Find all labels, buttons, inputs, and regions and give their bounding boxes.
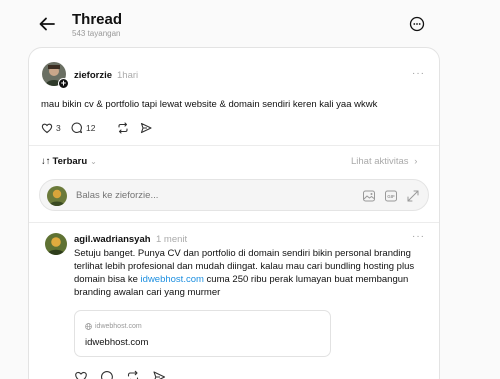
view-activity-link[interactable]: Lihat aktivitas › — [351, 156, 417, 167]
gif-icon[interactable]: GIF — [384, 189, 398, 203]
post-username[interactable]: zieforzie — [74, 70, 112, 81]
back-arrow-icon[interactable] — [36, 13, 58, 35]
comment-link[interactable]: idwebhost.com — [141, 274, 204, 285]
comment-icon[interactable] — [100, 370, 114, 379]
reply-box[interactable]: GIF — [39, 179, 429, 211]
reply-button[interactable]: 12 — [71, 122, 95, 134]
reply-input[interactable] — [76, 190, 326, 201]
share-icon — [140, 122, 152, 134]
comment-icon — [71, 122, 83, 134]
link-preview-domain-text: idwebhost.com — [95, 323, 142, 330]
sort-dropdown[interactable]: ↓↑ Terbaru ⌄ — [41, 156, 97, 167]
heart-icon[interactable] — [74, 370, 88, 379]
more-options-icon[interactable] — [409, 16, 425, 32]
sort-label: Terbaru — [52, 156, 88, 167]
image-icon[interactable] — [362, 189, 376, 203]
comment-username[interactable]: agil.wadriansyah — [74, 234, 151, 245]
like-button[interactable]: 3 — [41, 122, 61, 134]
repost-icon[interactable] — [126, 370, 140, 379]
like-count: 3 — [56, 123, 61, 133]
post-text: mau bikin cv & portfolio tapi lewat webs… — [41, 99, 378, 110]
divider — [29, 145, 439, 146]
thread-card: + zieforzie 1hari ··· mau bikin cv & por… — [28, 47, 440, 379]
comment-timestamp: 1 menit — [156, 234, 188, 245]
reply-count: 12 — [86, 123, 96, 133]
divider — [29, 222, 439, 223]
sort-arrows-icon: ↓↑ — [41, 156, 51, 167]
link-preview-title: idwebhost.com — [85, 337, 149, 348]
post-timestamp: 1hari — [117, 70, 139, 81]
heart-icon — [41, 123, 53, 134]
chevron-right-icon: › — [414, 156, 418, 167]
expand-icon[interactable] — [406, 189, 420, 203]
comment-more-icon[interactable]: ··· — [412, 231, 425, 242]
globe-icon — [85, 323, 92, 330]
link-preview-domain: idwebhost.com — [85, 323, 142, 330]
share-icon[interactable] — [152, 370, 166, 379]
post-more-icon[interactable]: ··· — [412, 68, 425, 79]
link-preview-card[interactable]: idwebhost.com idwebhost.com — [74, 310, 331, 357]
view-activity-label: Lihat aktivitas — [351, 156, 409, 167]
avatar — [47, 186, 67, 206]
follow-badge-icon[interactable]: + — [58, 78, 69, 89]
avatar[interactable] — [45, 233, 67, 255]
repost-button[interactable] — [117, 122, 129, 134]
svg-text:GIF: GIF — [387, 194, 395, 199]
comment-text: Setuju banget. Punya CV dan portfolio di… — [74, 247, 424, 299]
chevron-down-icon: ⌄ — [90, 157, 97, 166]
repost-icon — [118, 122, 128, 134]
page-title: Thread — [72, 11, 123, 28]
top-bar: Thread 543 tayangan — [0, 0, 500, 46]
share-button[interactable] — [140, 122, 152, 134]
view-count: 543 tayangan — [72, 29, 121, 38]
